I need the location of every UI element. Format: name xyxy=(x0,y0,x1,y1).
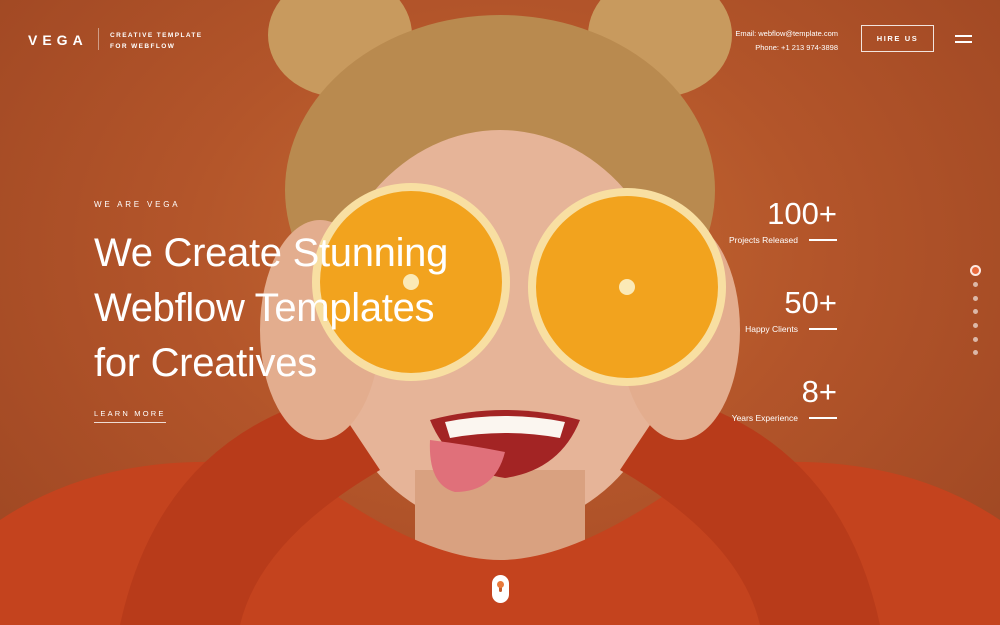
header-contact: Email: webflow@template.com Phone: +1 21… xyxy=(735,27,838,54)
stat-underline xyxy=(809,417,837,419)
header-tagline: CREATIVE TEMPLATE FOR WEBFLOW xyxy=(110,30,203,52)
stat-projects: 100+ Projects Released xyxy=(729,198,837,245)
tagline-line-1: CREATIVE TEMPLATE xyxy=(110,32,203,39)
slider-dot-4[interactable] xyxy=(973,309,978,315)
stat-underline xyxy=(809,328,837,330)
slider-dot-2[interactable] xyxy=(973,282,978,287)
headline-line-1: We Create Stunning xyxy=(94,231,449,275)
mouse-scroll-icon[interactable] xyxy=(492,575,509,603)
stat-underline xyxy=(809,239,837,241)
stat-value: 100+ xyxy=(767,196,837,231)
headline-line-3: for Creatives xyxy=(94,341,317,385)
stat-label: Happy Clients xyxy=(745,324,798,334)
site-logo[interactable]: VEGA xyxy=(28,32,88,48)
tagline-line-2: FOR WEBFLOW xyxy=(110,43,176,50)
contact-email[interactable]: Email: webflow@template.com xyxy=(735,27,838,41)
slider-dot-5[interactable] xyxy=(973,323,978,329)
neck xyxy=(415,470,585,560)
stat-experience: 8+ Years Experience xyxy=(732,376,837,423)
contact-phone[interactable]: Phone: +1 213 974-3898 xyxy=(735,41,838,55)
stat-label: Projects Released xyxy=(729,235,798,245)
slider-dot-1[interactable] xyxy=(970,265,981,276)
slider-pagination xyxy=(970,265,981,364)
slider-dot-6[interactable] xyxy=(973,336,978,342)
hire-us-button[interactable]: HIRE US xyxy=(861,25,934,52)
slider-dot-3[interactable] xyxy=(973,295,978,301)
learn-more-link[interactable]: LEARN MORE xyxy=(94,409,166,423)
stat-clients: 50+ Happy Clients xyxy=(745,287,837,334)
headline-line-2: Webflow Templates xyxy=(94,286,435,330)
slider-dot-7[interactable] xyxy=(973,350,978,356)
hero-headline: We Create Stunning Webflow Templates for… xyxy=(94,226,454,391)
hero-eyebrow: WE ARE VEGA xyxy=(94,200,181,209)
header-divider xyxy=(98,28,99,50)
stat-value: 50+ xyxy=(784,285,837,320)
stat-value: 8+ xyxy=(801,374,837,409)
hamburger-icon[interactable] xyxy=(955,35,972,43)
stat-label: Years Experience xyxy=(731,413,798,423)
